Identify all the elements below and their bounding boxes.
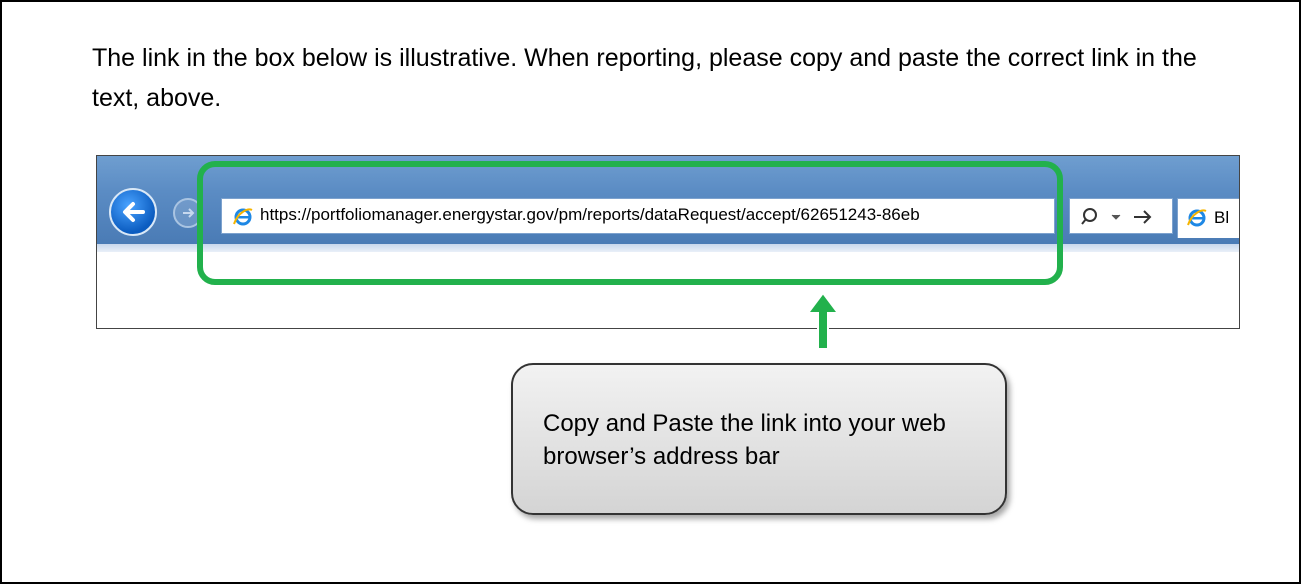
back-button[interactable] [109,188,157,236]
internet-explorer-icon [1187,209,1207,227]
search-icon[interactable] [1080,207,1164,227]
up-arrow-icon [806,291,840,350]
browser-screenshot: https://portfoliomanager.energystar.gov/… [96,155,1240,329]
browser-tab[interactable]: Bl [1177,198,1239,238]
back-arrow-icon [123,202,145,222]
address-highlight-box [197,161,1063,285]
forward-arrow-icon [183,208,195,218]
instruction-callout: Copy and Paste the link into your web br… [511,363,1007,515]
address-tools[interactable] [1069,198,1173,234]
callout-text: Copy and Paste the link into your web br… [543,410,946,470]
intro-text: The link in the box below is illustrativ… [92,44,1197,112]
tab-label: Bl [1214,208,1230,227]
